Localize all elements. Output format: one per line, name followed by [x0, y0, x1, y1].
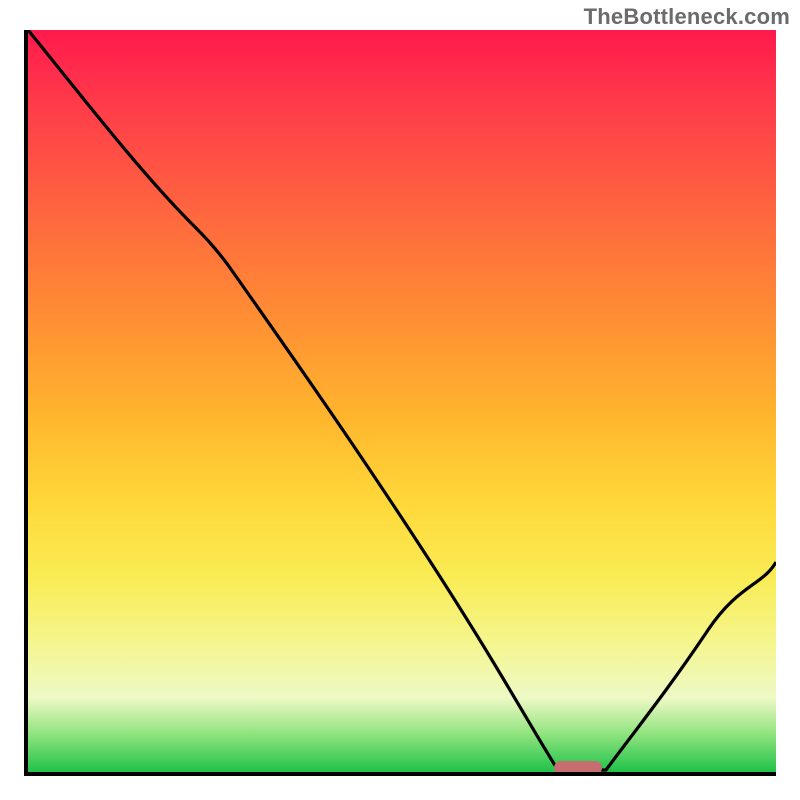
- chart-container: TheBottleneck.com: [0, 0, 800, 800]
- watermark-text: TheBottleneck.com: [584, 4, 790, 30]
- bottleneck-curve-path: [28, 30, 776, 770]
- plot-area: [24, 30, 776, 776]
- selected-range-marker: [554, 761, 602, 775]
- curve-layer: [28, 30, 776, 772]
